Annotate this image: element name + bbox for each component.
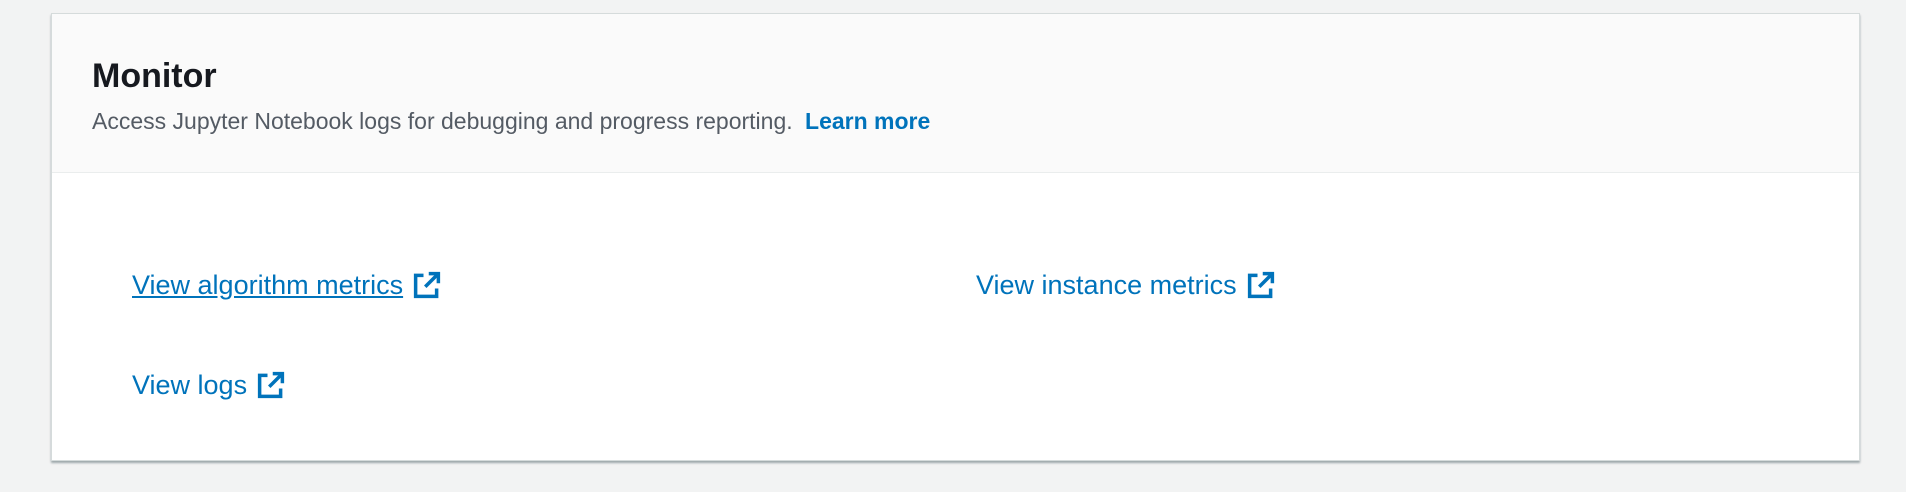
panel-description: Access Jupyter Notebook logs for debuggi… [92,105,930,137]
panel-header: Monitor Access Jupyter Notebook logs for… [52,14,1859,173]
external-link-icon [1247,271,1274,299]
external-link-icon [413,271,441,299]
description-text: Access Jupyter Notebook logs for debuggi… [92,108,793,134]
external-link-icon [257,371,285,399]
view-logs-link[interactable]: View logs [132,367,285,403]
learn-more-link[interactable]: Learn more [805,108,930,134]
view-algorithm-metrics-link[interactable]: View algorithm metrics [132,267,441,303]
panel-title: Monitor [92,57,217,95]
view-instance-metrics-link[interactable]: View instance metrics [976,267,1275,303]
view-logs-label: View logs [132,370,248,400]
view-algorithm-metrics-label: View algorithm metrics [132,270,404,300]
view-instance-metrics-label: View instance metrics [976,270,1237,300]
monitor-panel: Monitor Access Jupyter Notebook logs for… [51,13,1860,461]
